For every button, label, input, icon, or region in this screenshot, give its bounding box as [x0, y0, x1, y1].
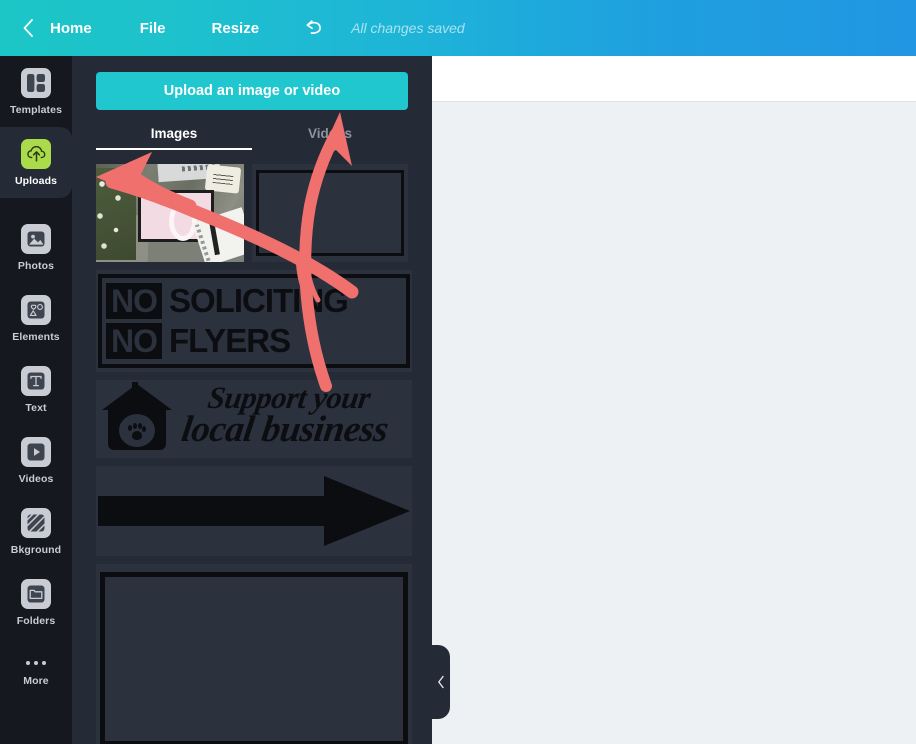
shapes-icon — [21, 294, 51, 325]
cloud-upload-icon — [21, 138, 51, 169]
business-line-2: local business — [179, 409, 391, 450]
frame-border — [100, 572, 408, 744]
uploads-panel: Upload an image or video Images Videos N… — [72, 56, 432, 744]
undo-button[interactable] — [301, 15, 327, 41]
sidebar-item-elements[interactable]: Elements — [0, 283, 72, 354]
sign-no-badge: NO — [106, 323, 162, 359]
resize-button[interactable]: Resize — [202, 14, 270, 43]
chevron-left-icon — [23, 19, 33, 37]
active-tab-underline — [96, 148, 252, 150]
undo-arrow-icon — [306, 20, 321, 34]
sidebar-item-label: Photos — [17, 259, 55, 272]
upload-image-or-video-button[interactable]: Upload an image or video — [96, 72, 408, 110]
home-button[interactable]: Home — [40, 14, 102, 43]
sign-no-badge: NO — [106, 283, 162, 319]
black-arrow-thumbnail[interactable] — [96, 466, 412, 556]
ellipsis-icon — [26, 660, 46, 665]
no-soliciting-sign-thumbnail[interactable]: NO SOLICITING NO FLYERS — [96, 270, 412, 372]
sign-word: FLYERS — [169, 322, 291, 359]
thumbnail-row: NO SOLICITING NO FLYERS — [96, 270, 412, 372]
photo-pink-frame-thumbnail[interactable] — [96, 164, 244, 262]
panel-collapse-handle[interactable] — [432, 645, 450, 719]
sidebar-item-uploads[interactable]: Uploads — [0, 127, 72, 198]
black-rectangle-thumbnail[interactable] — [252, 164, 408, 262]
rail-divider-gap — [0, 198, 72, 212]
sign-border: NO SOLICITING NO FLYERS — [98, 274, 410, 368]
thumbnail-row — [96, 164, 412, 262]
tab-images[interactable]: Images — [96, 122, 252, 158]
thumbnail-row — [96, 466, 412, 556]
text-t-icon — [21, 365, 51, 396]
sidebar-item-photos[interactable]: Photos — [0, 212, 72, 283]
arrow-shaft — [98, 496, 330, 526]
support-local-business-thumbnail[interactable]: Support your local business — [96, 380, 412, 458]
photo-icon — [21, 223, 51, 254]
sidebar-item-label: Uploads — [14, 174, 58, 187]
dog-house-paw-icon — [102, 382, 172, 450]
templates-icon — [21, 67, 51, 98]
folder-icon — [21, 578, 51, 609]
hatch-pattern-icon — [21, 507, 51, 538]
play-icon — [21, 436, 51, 467]
sidebar-item-label: Bkground — [10, 543, 62, 556]
sign-word: SOLICITING — [169, 282, 349, 319]
top-bar: Home File Resize All changes saved — [0, 0, 916, 56]
sign-line: NO SOLICITING — [106, 282, 406, 320]
canvas-toolbar[interactable] — [432, 56, 916, 102]
photo-foliage — [96, 168, 136, 260]
large-black-frame-thumbnail[interactable] — [96, 564, 412, 744]
design-canvas-area[interactable] — [432, 56, 916, 744]
sidebar-item-label: Text — [25, 401, 47, 414]
sidebar-item-folders[interactable]: Folders — [0, 567, 72, 638]
back-button[interactable] — [18, 15, 38, 41]
sidebar-item-bkground[interactable]: Bkground — [0, 496, 72, 567]
sidebar-item-label: Templates — [9, 103, 63, 116]
rectangle-border — [256, 170, 404, 256]
sidebar-item-templates[interactable]: Templates — [0, 56, 72, 127]
left-sidebar-rail: Templates Uploads Photos Elements Text V… — [0, 56, 72, 744]
thumbnail-row — [96, 564, 412, 744]
uploads-thumbnail-grid: NO SOLICITING NO FLYERS Support your loc… — [96, 164, 412, 744]
sign-line: NO FLYERS — [106, 322, 406, 360]
sidebar-item-more[interactable]: More — [0, 638, 72, 709]
arrow-head — [324, 476, 410, 546]
sidebar-item-text[interactable]: Text — [0, 354, 72, 425]
thumbnail-row: Support your local business — [96, 380, 412, 458]
sidebar-item-label: Videos — [18, 472, 54, 485]
sidebar-item-label: More — [23, 674, 49, 687]
save-status-label: All changes saved — [351, 20, 465, 36]
chevron-left-icon — [438, 675, 444, 689]
sidebar-item-label: Elements — [12, 330, 60, 343]
tab-videos[interactable]: Videos — [252, 122, 408, 158]
file-menu-button[interactable]: File — [130, 14, 176, 43]
sidebar-item-label: Folders — [16, 614, 56, 627]
panel-tabs: Images Videos — [96, 122, 408, 158]
sidebar-item-videos[interactable]: Videos — [0, 425, 72, 496]
